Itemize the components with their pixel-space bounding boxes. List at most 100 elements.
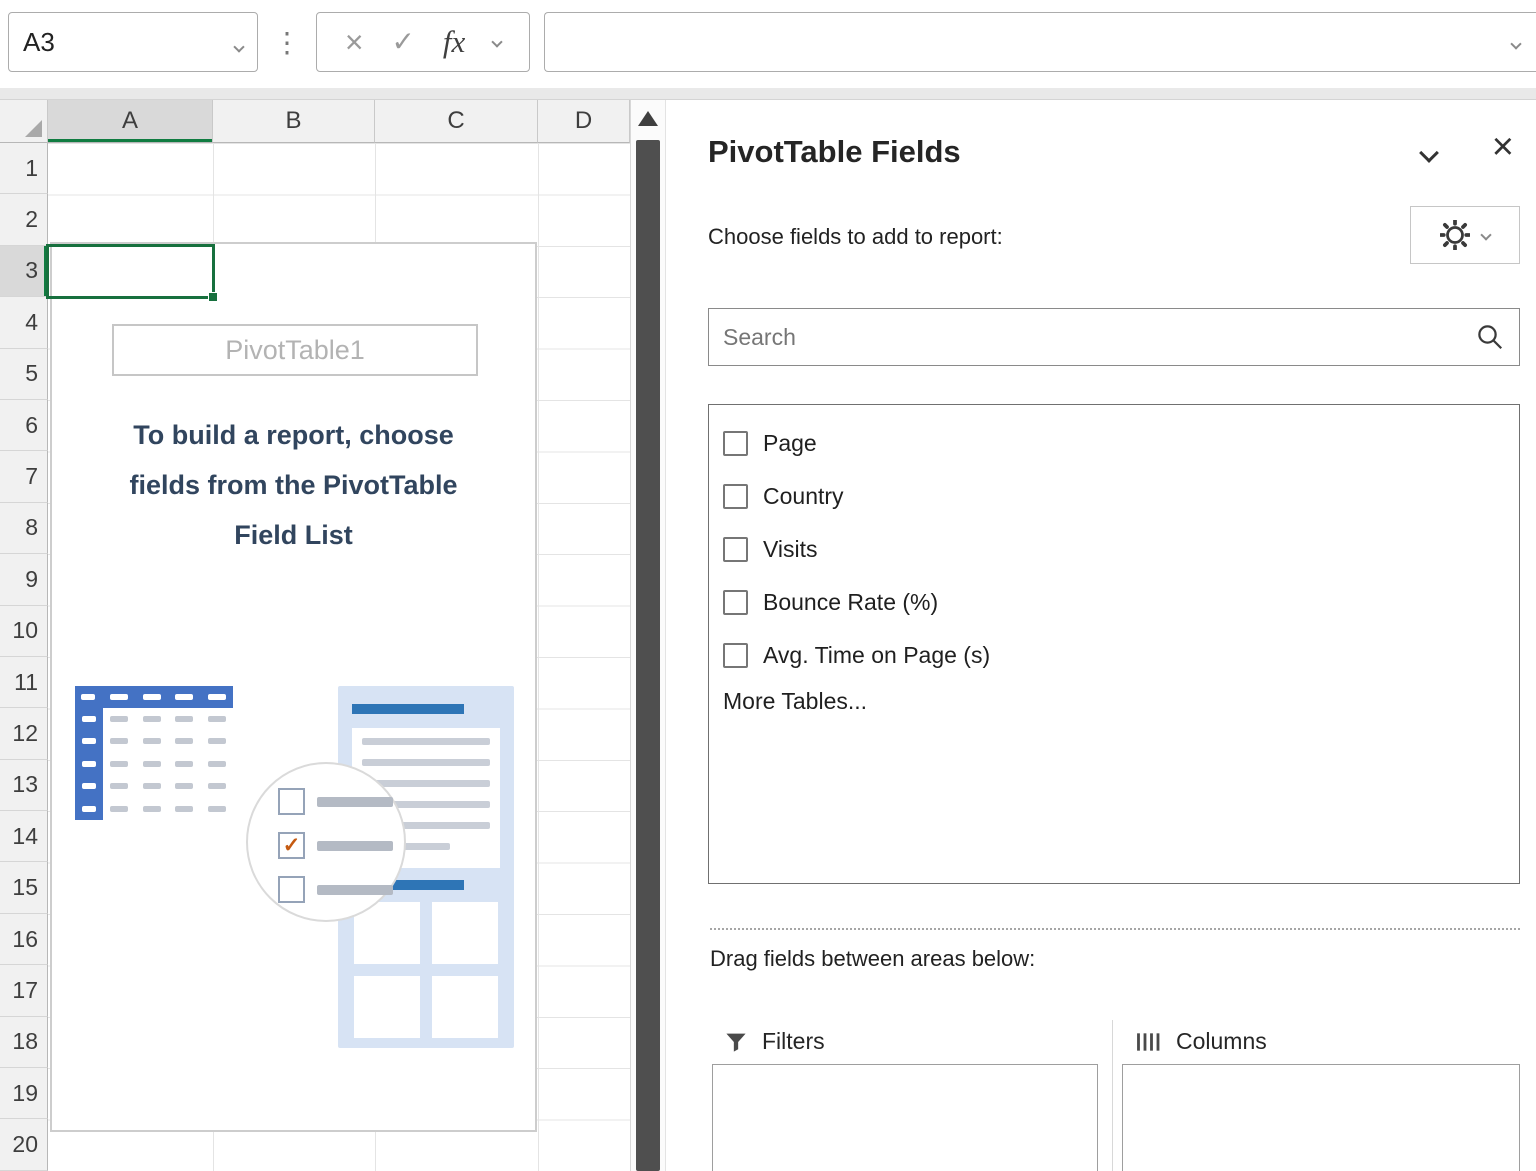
illustration-dash	[110, 761, 128, 767]
illustration-dash	[362, 738, 490, 745]
pivot-placeholder-message: To build a report, choose fields from th…	[62, 410, 525, 560]
dotted-separator	[710, 928, 1520, 930]
name-box[interactable]: A3	[8, 12, 258, 72]
column-header-c[interactable]: C	[375, 100, 538, 143]
field-item[interactable]: Country	[723, 470, 1505, 523]
illustration-dash	[175, 716, 193, 722]
message-line: fields from the PivotTable	[62, 460, 525, 510]
field-label: Country	[763, 483, 844, 510]
row-header-20[interactable]: 20	[0, 1119, 48, 1170]
row-header-7[interactable]: 7	[0, 451, 48, 502]
field-label: Avg. Time on Page (s)	[763, 642, 990, 669]
columns-area-header: Columns	[1136, 1028, 1267, 1055]
field-checkbox[interactable]	[723, 537, 748, 562]
doc-square	[432, 976, 498, 1038]
row-header-1[interactable]: 1	[0, 143, 48, 194]
name-box-chevron-icon[interactable]	[235, 27, 243, 58]
row-header-15[interactable]: 15	[0, 862, 48, 913]
illustration-dash	[143, 783, 161, 789]
vertical-scrollbar[interactable]	[630, 100, 666, 1171]
field-checkbox[interactable]	[723, 590, 748, 615]
illustration-dash	[143, 806, 161, 812]
row-header-12[interactable]: 12	[0, 708, 48, 759]
message-line: To build a report, choose	[62, 410, 525, 460]
excel-window: A3 ⋮ × ✓ fx ABCD 12345678910111213141516…	[0, 0, 1536, 1171]
select-all-corner[interactable]	[0, 100, 48, 143]
pivot-name-box: PivotTable1	[112, 324, 478, 376]
magnifier-checklist: ✓	[246, 762, 406, 922]
cancel-icon[interactable]: ×	[345, 26, 364, 58]
field-item[interactable]: Page	[723, 417, 1505, 470]
row-header-19[interactable]: 19	[0, 1068, 48, 1119]
fill-handle[interactable]	[208, 292, 218, 302]
fx-chevron-icon[interactable]	[491, 36, 502, 47]
more-dots-icon[interactable]: ⋮	[272, 12, 302, 72]
row-header-2[interactable]: 2	[0, 194, 48, 245]
field-item[interactable]: Visits	[723, 523, 1505, 576]
table-graphic-body	[103, 708, 233, 820]
table-graphic-header	[75, 686, 233, 708]
field-item[interactable]: Avg. Time on Page (s)	[723, 629, 1505, 682]
checkbox-icon	[278, 876, 305, 903]
message-line: Field List	[62, 510, 525, 560]
row-header-8[interactable]: 8	[0, 503, 48, 554]
field-checkbox[interactable]	[723, 643, 748, 668]
enter-icon[interactable]: ✓	[391, 28, 414, 56]
search-box[interactable]	[708, 308, 1520, 366]
illustration-dash	[143, 738, 161, 744]
toolbar-separator	[0, 88, 1536, 100]
fields-list: Page Country VisitsBounce Rate (%) Avg. Tim…	[723, 417, 1505, 682]
row-header-10[interactable]: 10	[0, 606, 48, 657]
row-header-16[interactable]: 16	[0, 914, 48, 965]
table-illustration	[75, 686, 233, 820]
pane-title: PivotTable Fields	[708, 134, 961, 170]
illustration-dash	[110, 716, 128, 722]
row-header-17[interactable]: 17	[0, 965, 48, 1016]
checklist-row	[278, 788, 404, 815]
row-header-9[interactable]: 9	[0, 554, 48, 605]
illustration-dash	[175, 806, 193, 812]
row-header-11[interactable]: 11	[0, 657, 48, 708]
formula-input[interactable]	[544, 12, 1536, 72]
row-header-14[interactable]: 14	[0, 811, 48, 862]
pane-subtitle: Choose fields to add to report:	[708, 224, 1003, 250]
tools-button[interactable]	[1410, 206, 1520, 264]
field-checkbox[interactable]	[723, 484, 748, 509]
row-header-6[interactable]: 6	[0, 400, 48, 451]
formula-expand-chevron-icon[interactable]	[1512, 35, 1520, 53]
cells-area[interactable]: PivotTable1 To build a report, choose fi…	[48, 143, 630, 1171]
checklist-bar	[317, 797, 393, 807]
table-graphic-leftcol	[75, 708, 103, 820]
column-header-a[interactable]: A	[48, 100, 213, 143]
scrollbar-thumb[interactable]	[636, 140, 660, 1171]
pane-chevron-icon[interactable]	[1422, 146, 1436, 165]
illustration-dash	[82, 783, 96, 789]
column-headers: ABCD	[48, 100, 630, 143]
pivot-placeholder: PivotTable1 To build a report, choose fi…	[50, 242, 537, 1132]
filters-drop-zone[interactable]	[712, 1064, 1098, 1171]
more-tables-link[interactable]: More Tables...	[723, 688, 1505, 715]
filter-icon	[724, 1030, 748, 1054]
scroll-up-arrow-icon[interactable]	[638, 111, 658, 126]
row-header-13[interactable]: 13	[0, 760, 48, 811]
row-header-18[interactable]: 18	[0, 1017, 48, 1068]
checklist-bar	[317, 885, 393, 895]
checkbox-icon	[278, 788, 305, 815]
gear-icon	[1440, 220, 1470, 250]
row-header-3[interactable]: 3	[0, 246, 48, 297]
column-header-b[interactable]: B	[213, 100, 375, 143]
row-header-5[interactable]: 5	[0, 349, 48, 400]
search-icon[interactable]	[1475, 322, 1505, 352]
close-icon[interactable]: ×	[1492, 128, 1514, 166]
active-cell-selection[interactable]	[46, 244, 215, 299]
illustration-dash	[208, 694, 226, 700]
search-input[interactable]	[723, 324, 1475, 351]
columns-drop-zone[interactable]	[1122, 1064, 1520, 1171]
field-checkbox[interactable]	[723, 431, 748, 456]
insert-function-icon[interactable]: fx	[443, 24, 465, 60]
row-header-4[interactable]: 4	[0, 297, 48, 348]
column-header-d[interactable]: D	[538, 100, 630, 143]
field-item[interactable]: Bounce Rate (%)	[723, 576, 1505, 629]
drop-areas: Filters Columns	[708, 1016, 1520, 1171]
illustration-dash	[110, 738, 128, 744]
